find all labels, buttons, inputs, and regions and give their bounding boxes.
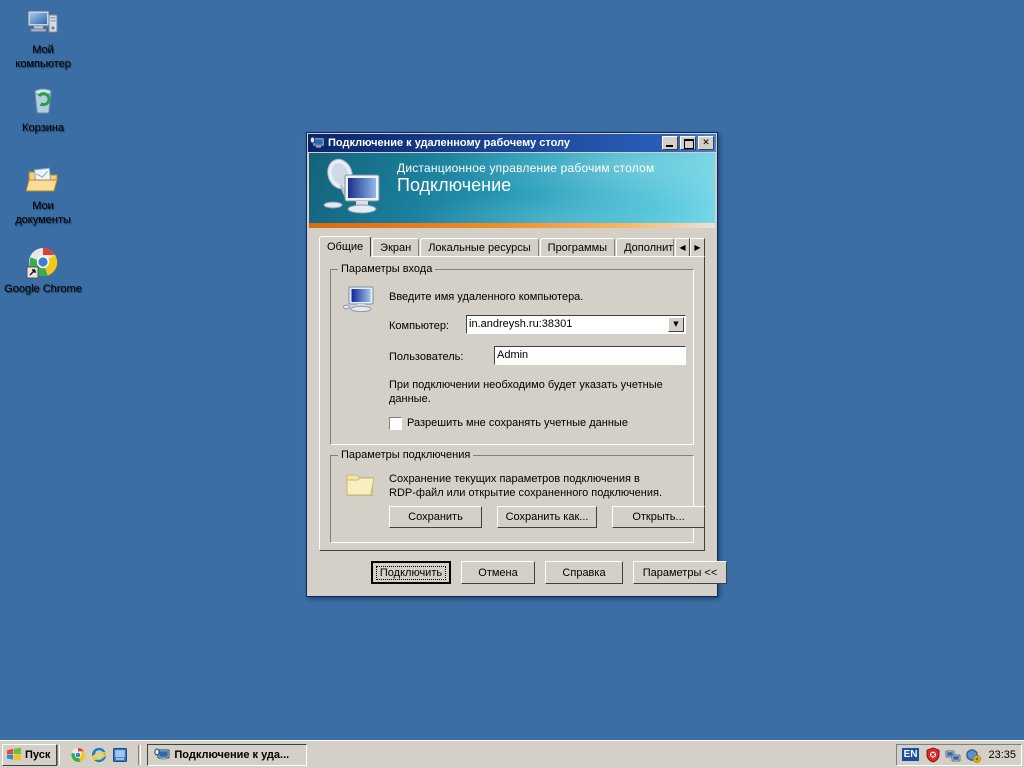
connect-button[interactable]: Подключить (371, 561, 451, 584)
remote-desktop-icon (154, 748, 170, 762)
taskbar-separator-2 (138, 744, 142, 765)
connection-description-line-2: RDP-файл или открытие сохраненного подкл… (389, 487, 662, 499)
connection-description-line-1: Сохранение текущих параметров подключени… (389, 473, 640, 485)
banner-title: Подключение (397, 175, 512, 195)
cancel-button[interactable]: Отмена (461, 561, 535, 584)
desktop-icon-label: Мои (32, 200, 54, 212)
connection-buttons-row: Сохранить Сохранить как... Открыть... (389, 506, 705, 528)
chevron-down-icon[interactable]: ▼ (668, 317, 684, 332)
save-as-button[interactable]: Сохранить как... (497, 506, 597, 528)
user-input[interactable]: Admin (494, 346, 686, 365)
taskbar: Пуск Подключение к уда... EN 23:35 (0, 740, 1024, 768)
save-credentials-checkbox[interactable] (389, 416, 402, 430)
tab-scroll-buttons: ◀ ▶ (675, 238, 705, 257)
start-button[interactable]: Пуск (2, 743, 58, 766)
recycle-bin-icon (26, 84, 60, 118)
minimize-button[interactable] (662, 136, 678, 150)
monitor-icon (342, 284, 377, 319)
quicklaunch-chrome-icon[interactable] (70, 747, 86, 763)
credentials-note-line-2: данные. (389, 393, 431, 405)
connection-description: Сохранение текущих параметров подключени… (389, 472, 699, 500)
taskbar-separator-1 (57, 744, 61, 765)
remote-desktop-connection-dialog: Подключение к удаленному рабочему столу (306, 132, 727, 597)
open-button[interactable]: Открыть... (612, 506, 705, 528)
connect-button-label: Подключить (375, 565, 447, 580)
taskbar-task-button-rdp[interactable]: Подключение к уда... (147, 743, 308, 766)
desktop-icon-label: Google Chrome (4, 283, 82, 295)
credentials-note-line-1: При подключении необходимо будет указать… (389, 379, 663, 391)
close-button[interactable] (698, 136, 714, 150)
start-button-label: Пуск (25, 748, 51, 761)
desktop-icon-label-2: документы (15, 214, 71, 226)
tray-clock[interactable]: 23:35 (988, 749, 1016, 761)
folder-icon (345, 471, 375, 497)
desktop-icon-my-computer[interactable]: Мой компьютер (4, 6, 82, 71)
quicklaunch-internet-explorer-icon[interactable] (91, 747, 108, 763)
update-icon[interactable] (965, 747, 982, 763)
tab-advanced[interactable]: Дополнительны (616, 238, 674, 257)
tabstrip: Общие Экран Локальные ресурсы Программы … (319, 236, 705, 257)
logon-settings-title: Параметры входа (338, 263, 436, 275)
save-credentials-label: Разрешить мне сохранять учетные данные (407, 417, 628, 429)
computer-value: in.andreysh.ru:38301 (469, 318, 573, 330)
computer-label: Компьютер: (389, 320, 449, 332)
connection-settings-title: Параметры подключения (338, 449, 474, 461)
quick-launch-bar (66, 747, 132, 763)
computer-combobox[interactable]: in.andreysh.ru:38301 ▼ (466, 315, 686, 334)
taskbar-task-button-label: Подключение к уда... (174, 748, 290, 761)
desktop-icon-recycle-bin[interactable]: Корзина (4, 84, 82, 135)
save-button[interactable]: Сохранить (389, 506, 482, 528)
help-button[interactable]: Справка (545, 561, 623, 584)
dialog-titlebar[interactable]: Подключение к удаленному рабочему столу (308, 134, 716, 152)
tab-display[interactable]: Экран (372, 238, 420, 257)
desktop-icon-google-chrome[interactable]: Google Chrome (1, 245, 85, 296)
logon-description: Введите имя удаленного компьютера. (389, 291, 584, 303)
banner-text: Дистанционное управление рабочим столом … (397, 161, 654, 195)
chrome-icon (26, 245, 60, 279)
logon-settings-group: Параметры входа Введите имя удаленного к… (330, 263, 694, 445)
options-button[interactable]: Параметры << (633, 561, 727, 584)
save-credentials-checkbox-row[interactable]: Разрешить мне сохранять учетные данные (389, 416, 628, 430)
dialog-footer: Подключить Отмена Справка Параметры << (371, 561, 727, 584)
tab-programs[interactable]: Программы (539, 238, 616, 257)
tab-scroll-right-icon[interactable]: ▶ (690, 238, 705, 257)
user-value: Admin (497, 349, 529, 361)
desktop-icon-label: Корзина (22, 122, 64, 134)
user-label: Пользователь: (389, 351, 464, 363)
remote-desktop-banner-icon (323, 157, 391, 221)
banner-subtitle: Дистанционное управление рабочим столом (397, 161, 655, 175)
credentials-note: При подключении необходимо будет указать… (389, 378, 689, 406)
desktop-icon-label: Мой (32, 44, 54, 56)
red-shield-icon[interactable] (925, 746, 941, 763)
desktop-icon-label-2: компьютер (15, 58, 71, 70)
network-icon[interactable] (945, 747, 961, 763)
tab-scroll-left-icon[interactable]: ◀ (675, 238, 690, 257)
my-computer-icon (26, 6, 60, 40)
windows-flag-icon (6, 747, 22, 762)
desktop-icon-my-documents[interactable]: Мои документы (4, 162, 82, 227)
banner-stripe-spacer (309, 228, 715, 231)
quicklaunch-show-desktop-icon[interactable] (112, 747, 128, 763)
my-documents-icon (25, 162, 60, 196)
connection-settings-group: Параметры подключения Сохранение текущих… (330, 449, 705, 543)
dialog-title: Подключение к удаленному рабочему столу (328, 137, 571, 149)
maximize-button[interactable] (680, 136, 696, 150)
dialog-banner: Дистанционное управление рабочим столом … (309, 153, 715, 225)
language-indicator[interactable]: EN (901, 748, 920, 761)
tab-general[interactable]: Общие (319, 236, 372, 257)
tab-local-resources[interactable]: Локальные ресурсы (420, 238, 539, 257)
tab-page-general: Параметры входа Введите имя удаленного к… (319, 256, 705, 551)
remote-desktop-icon (309, 136, 325, 150)
system-tray: EN 23:35 (895, 743, 1022, 766)
